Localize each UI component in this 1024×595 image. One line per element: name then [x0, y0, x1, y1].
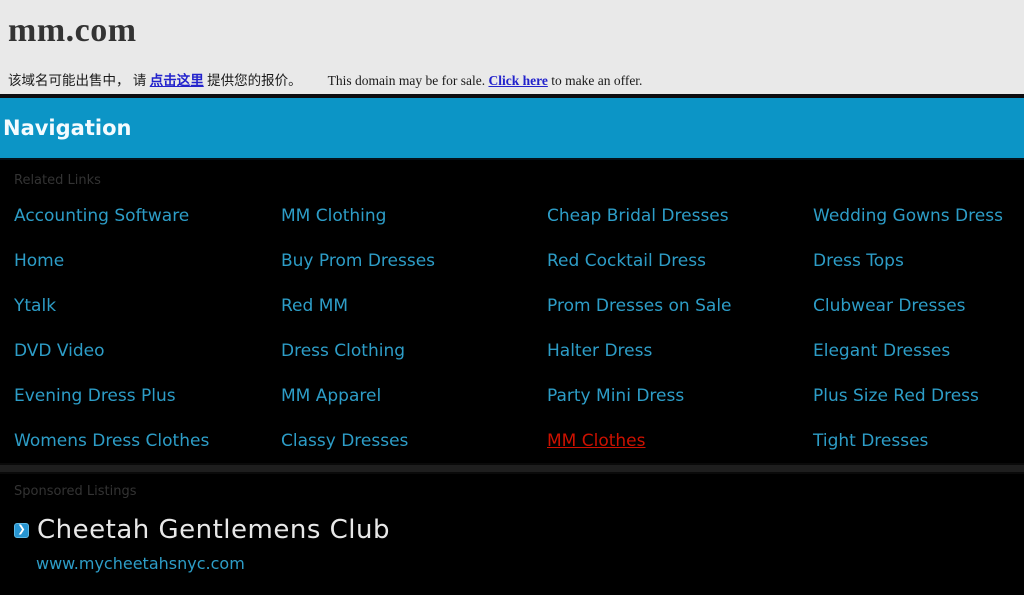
listing-url[interactable]: www.mycheetahsnyc.com: [36, 554, 1024, 573]
sponsored-listing[interactable]: ❯ Cheetah Gentlemens Club www.mycheetahs…: [14, 515, 1024, 573]
link-cell: Prom Dresses on Sale: [547, 283, 813, 328]
related-link-highlighted[interactable]: MM Clothes: [547, 431, 646, 451]
related-link[interactable]: DVD Video: [14, 341, 105, 361]
link-cell: DVD Video: [14, 328, 281, 373]
related-link[interactable]: Elegant Dresses: [813, 341, 950, 361]
navigation-title: Navigation: [0, 116, 131, 140]
related-link[interactable]: Plus Size Red Dress: [813, 386, 979, 406]
sale-notice-cn-prefix: 该域名可能出售中， 请: [8, 73, 150, 88]
related-link[interactable]: Red Cocktail Dress: [547, 251, 706, 271]
sale-notice-cn: 该域名可能出售中， 请 点击这里 提供您的报价。: [8, 73, 302, 88]
related-link[interactable]: Buy Prom Dresses: [281, 251, 435, 271]
link-cell: Wedding Gowns Dress: [813, 193, 1024, 238]
link-cell: Home: [14, 238, 281, 283]
domain-header: mm.com 该域名可能出售中， 请 点击这里 提供您的报价。 This doma…: [0, 0, 1024, 98]
listing-title[interactable]: Cheetah Gentlemens Club: [37, 515, 390, 545]
link-cell: MM Clothing: [281, 193, 547, 238]
link-cell: Elegant Dresses: [813, 328, 1024, 373]
section-divider: [0, 463, 1024, 474]
sale-notice-en-suffix: to make an offer.: [548, 73, 643, 88]
related-link[interactable]: Ytalk: [14, 296, 56, 316]
related-link[interactable]: Prom Dresses on Sale: [547, 296, 732, 316]
sale-notice-en-link[interactable]: Click here: [488, 73, 547, 88]
related-link[interactable]: Accounting Software: [14, 206, 189, 226]
link-cell: Buy Prom Dresses: [281, 238, 547, 283]
links-grid: Accounting Software Home Ytalk DVD Video…: [14, 193, 1024, 463]
related-link[interactable]: Tight Dresses: [813, 431, 928, 451]
chevron-right-icon: ❯: [14, 523, 29, 538]
link-cell: Cheap Bridal Dresses: [547, 193, 813, 238]
link-cell: Accounting Software: [14, 193, 281, 238]
related-link[interactable]: Dress Clothing: [281, 341, 405, 361]
link-cell: Ytalk: [14, 283, 281, 328]
link-cell: Red MM: [281, 283, 547, 328]
link-cell: Red Cocktail Dress: [547, 238, 813, 283]
related-links-heading: Related Links: [14, 173, 1024, 189]
related-link[interactable]: MM Clothing: [281, 206, 386, 226]
domain-title: mm.com: [8, 12, 137, 50]
related-link[interactable]: Red MM: [281, 296, 348, 316]
link-cell: Tight Dresses: [813, 418, 1024, 463]
related-link[interactable]: Wedding Gowns Dress: [813, 206, 1003, 226]
link-cell: Dress Tops: [813, 238, 1024, 283]
navigation-bar: Navigation: [0, 98, 1024, 160]
link-cell: Plus Size Red Dress: [813, 373, 1024, 418]
related-link[interactable]: Party Mini Dress: [547, 386, 684, 406]
links-column-4: Wedding Gowns Dress Dress Tops Clubwear …: [813, 193, 1024, 463]
related-link[interactable]: Home: [14, 251, 64, 271]
link-cell: Clubwear Dresses: [813, 283, 1024, 328]
related-link[interactable]: Evening Dress Plus: [14, 386, 176, 406]
sponsored-listings-section: Sponsored Listings ❯ Cheetah Gentlemens …: [0, 474, 1024, 573]
link-cell: Halter Dress: [547, 328, 813, 373]
listing-title-row: ❯ Cheetah Gentlemens Club: [14, 515, 1024, 545]
link-cell: Womens Dress Clothes: [14, 418, 281, 463]
link-cell: Evening Dress Plus: [14, 373, 281, 418]
sale-notice-cn-suffix: 提供您的报价。: [204, 73, 302, 88]
related-links-section: Related Links Accounting Software Home Y…: [0, 160, 1024, 463]
link-cell: Classy Dresses: [281, 418, 547, 463]
link-cell: Party Mini Dress: [547, 373, 813, 418]
sponsored-listings-heading: Sponsored Listings: [14, 484, 1024, 500]
sale-notice-en: This domain may be for sale. Click here …: [328, 73, 643, 88]
related-link[interactable]: Womens Dress Clothes: [14, 431, 209, 451]
links-column-3: Cheap Bridal Dresses Red Cocktail Dress …: [547, 193, 813, 463]
link-cell: MM Apparel: [281, 373, 547, 418]
related-link[interactable]: Classy Dresses: [281, 431, 408, 451]
related-link[interactable]: Halter Dress: [547, 341, 652, 361]
related-link[interactable]: Clubwear Dresses: [813, 296, 966, 316]
related-link[interactable]: MM Apparel: [281, 386, 381, 406]
links-column-1: Accounting Software Home Ytalk DVD Video…: [14, 193, 281, 463]
sale-notice-en-prefix: This domain may be for sale.: [328, 73, 489, 88]
sale-notice: 该域名可能出售中， 请 点击这里 提供您的报价。 This domain may …: [8, 69, 642, 89]
related-link[interactable]: Cheap Bridal Dresses: [547, 206, 729, 226]
link-cell: Dress Clothing: [281, 328, 547, 373]
sale-notice-cn-link[interactable]: 点击这里: [150, 73, 204, 88]
links-column-2: MM Clothing Buy Prom Dresses Red MM Dres…: [281, 193, 547, 463]
related-link[interactable]: Dress Tops: [813, 251, 904, 271]
link-cell: MM Clothes: [547, 418, 813, 463]
